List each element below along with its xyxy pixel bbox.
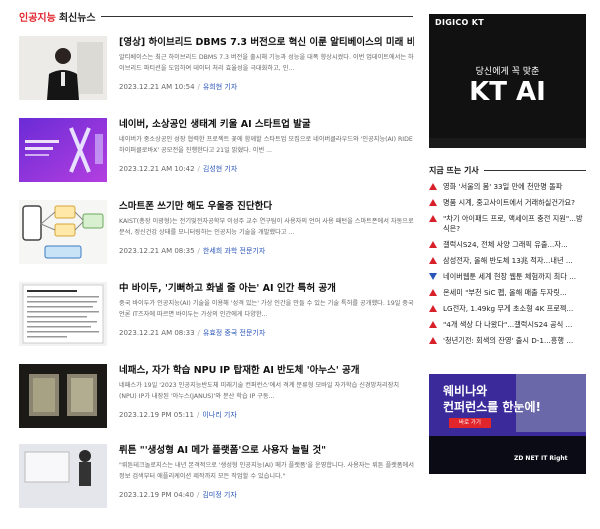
section-title: 최신뉴스 bbox=[58, 12, 96, 24]
ad-brand: DIGICO KT bbox=[435, 18, 484, 27]
article-author[interactable]: 한세희 과학 전문기자 bbox=[203, 247, 265, 255]
article-summary: 중국 바이두가 인공지능(AI) 기술을 이용해 '성격 있는' 가상 인간을 … bbox=[119, 300, 414, 318]
itright-logo: IT Right bbox=[541, 455, 568, 462]
trending-item-text[interactable]: "4개 색상 다 나왔다"...갤럭시S24 공식 ... bbox=[443, 320, 586, 330]
article-date: 2023.12.19 PM 05:11 bbox=[119, 411, 194, 419]
zdnet-logo: ZD NET bbox=[514, 455, 539, 462]
article-item[interactable]: 뤼튼 "'생성형 AI 메가 플랫폼'으로 사용자 늘릴 것" "뤼튼테크놀로지… bbox=[19, 444, 414, 529]
ad-footer-bar bbox=[429, 138, 586, 148]
webinar-ad-banner[interactable]: 웨비나와 컨퍼런스를 한눈에! 바로 가기 ZD NET IT Right bbox=[429, 374, 586, 474]
ad-line-1: 웨비나와 bbox=[443, 384, 488, 398]
article-item[interactable]: 네이버, 소상공인 생태계 키울 AI 스타트업 발굴 네이버가 중소상공인 성… bbox=[19, 118, 414, 203]
article-item[interactable]: 네패스, 자가 학습 NPU IP 탑재한 AI 반도체 '아누스' 공개 네패… bbox=[19, 364, 414, 449]
article-summary: KAIST(총장 이광형)는 전기및전자공학부 이성주 교수 연구팀이 사용자의… bbox=[119, 218, 414, 236]
article-title[interactable]: 뤼튼 "'생성형 AI 메가 플랫폼'으로 사용자 늘릴 것" bbox=[119, 444, 414, 458]
trending-item[interactable]: 온세미 "부천 SiC 펩, 올해 매출 두자릿... bbox=[429, 288, 586, 298]
article-date: 2023.12.21 AM 10:54 bbox=[119, 83, 195, 91]
trending-list: 영화 '서울의 봄' 33일 만에 천만명 돌파 명품 시계, 중고사이트에서 … bbox=[429, 182, 586, 352]
trend-up-icon bbox=[429, 337, 437, 344]
trending-divider bbox=[483, 169, 586, 171]
article-title[interactable]: 스마트폰 쓰기만 해도 우울증 진단한다 bbox=[119, 200, 414, 214]
article-summary: 네이버가 중소상공인 성장 협력한 프로젝트 꽃에 함께할 스타트업 모집으로 … bbox=[119, 136, 413, 154]
article-author[interactable]: 유효정 중국 전문기자 bbox=[203, 329, 265, 337]
article-date: 2023.12.19 PM 04:40 bbox=[119, 491, 194, 499]
article-author[interactable]: 이나리 기자 bbox=[202, 411, 236, 419]
ad-tagline: 당신에게 꼭 맞춘 bbox=[475, 67, 540, 77]
article-title[interactable]: 中 바이두, '기뻐하고 화낼 줄 아는' AI 인간 특허 공개 bbox=[119, 282, 414, 296]
article-meta: 2023.12.21 AM 08:35/한세희 과학 전문기자 bbox=[119, 247, 266, 255]
article-meta: 2023.12.19 PM 04:40/김미정 기자 bbox=[119, 491, 237, 499]
article-date: 2023.12.21 AM 08:33 bbox=[119, 329, 195, 337]
trending-item[interactable]: 네이버웹툰 세계 현장 웹툰 체험까지 최다 ... bbox=[429, 272, 586, 282]
article-date: 2023.12.21 AM 08:35 bbox=[119, 247, 195, 255]
article-meta: 2023.12.21 AM 10:54/유희현 기자 bbox=[119, 83, 238, 91]
trending-item-text[interactable]: 영화 '서울의 봄' 33일 만에 천만명 돌파 bbox=[443, 182, 586, 192]
trending-item-text[interactable]: LG전자, 1.49kg 무게 초소형 4K 프로젝... bbox=[443, 304, 586, 314]
article-summary: 알티베이스는 최근 하이브리드 DBMS 7.3 버전을 출시해 기능과 성능을… bbox=[119, 54, 414, 72]
trend-up-icon bbox=[429, 321, 437, 328]
article-thumbnail[interactable] bbox=[19, 444, 107, 508]
trending-item-text[interactable]: "차기 아이패드 프로, 맥세이프 충전 지원"...방식은? bbox=[443, 214, 586, 234]
article-title[interactable]: 네이버, 소상공인 생태계 키울 AI 스타트업 발굴 bbox=[119, 118, 414, 132]
trending-title: 지금 뜨는 기사 bbox=[429, 165, 479, 175]
article-thumbnail[interactable] bbox=[19, 364, 107, 428]
article-item[interactable]: 中 바이두, '기뻐하고 화낼 줄 아는' AI 인간 특허 공개 중국 바이두… bbox=[19, 282, 414, 367]
article-thumbnail[interactable] bbox=[19, 200, 107, 264]
article-author[interactable]: 김미정 기자 bbox=[202, 491, 236, 499]
trend-down-icon bbox=[429, 273, 437, 280]
ad-line-2: 컨퍼런스를 한눈에! bbox=[443, 400, 541, 414]
article-thumbnail[interactable] bbox=[19, 36, 107, 100]
trending-header: 지금 뜨는 기사 bbox=[429, 164, 586, 176]
trending-item[interactable]: 명품 시계, 중고사이트에서 거래하실건가요? bbox=[429, 198, 586, 208]
trending-item[interactable]: LG전자, 1.49kg 무게 초소형 4K 프로젝... bbox=[429, 304, 586, 314]
article-title[interactable]: [영상] 하이브리드 DBMS 7.3 버전으로 혁신 이룬 알티베이스의 미래… bbox=[119, 36, 414, 50]
article-item[interactable]: 스마트폰 쓰기만 해도 우울증 진단한다 KAIST(총장 이광형)는 전기및전… bbox=[19, 200, 414, 285]
ad-go-button[interactable]: 바로 가기 bbox=[449, 418, 491, 428]
article-item[interactable]: [영상] 하이브리드 DBMS 7.3 버전으로 혁신 이룬 알티베이스의 미래… bbox=[19, 36, 414, 121]
article-meta: 2023.12.19 PM 05:11/이나리 기자 bbox=[119, 411, 237, 419]
trending-item-text[interactable]: '청년기전: 회색의 잔영' 출시 D-1...흥행 ... bbox=[443, 336, 586, 346]
article-meta: 2023.12.21 AM 08:33/유효정 중국 전문기자 bbox=[119, 329, 266, 337]
trend-up-icon bbox=[429, 289, 437, 296]
article-date: 2023.12.21 AM 10:42 bbox=[119, 165, 195, 173]
trending-item-text[interactable]: 온세미 "부천 SiC 펩, 올해 매출 두자릿... bbox=[443, 288, 586, 298]
trending-item-text[interactable]: 갤럭시S24, 전체 사양 그래픽 유출...자... bbox=[443, 240, 586, 250]
article-thumbnail[interactable] bbox=[19, 118, 107, 182]
trend-up-icon bbox=[429, 183, 437, 190]
article-meta: 2023.12.21 AM 10:42/김성현 기자 bbox=[119, 165, 238, 173]
trending-item[interactable]: "차기 아이패드 프로, 맥세이프 충전 지원"...방식은? bbox=[429, 214, 586, 234]
section-header: 인공지능 최신뉴스 bbox=[19, 9, 413, 24]
trending-item[interactable]: '청년기전: 회색의 잔영' 출시 D-1...흥행 ... bbox=[429, 336, 586, 346]
trending-item-text[interactable]: 삼성전자, 올해 반도체 13兆 적자...내년 ... bbox=[443, 256, 586, 266]
article-thumbnail[interactable] bbox=[19, 282, 107, 346]
trending-item-text[interactable]: 네이버웹툰 세계 현장 웹툰 체험까지 최다 ... bbox=[443, 272, 586, 282]
trending-item-text[interactable]: 명품 시계, 중고사이트에서 거래하실건가요? bbox=[443, 198, 586, 208]
article-title[interactable]: 네패스, 자가 학습 NPU IP 탑재한 AI 반도체 '아누스' 공개 bbox=[119, 364, 414, 378]
kt-ai-ad-banner[interactable]: DIGICO KT 당신에게 꼭 맞춘 KT AI bbox=[429, 14, 586, 148]
trend-up-icon bbox=[429, 199, 437, 206]
trend-up-icon bbox=[429, 257, 437, 264]
trending-item[interactable]: "4개 색상 다 나왔다"...갤럭시S24 공식 ... bbox=[429, 320, 586, 330]
article-author[interactable]: 김성현 기자 bbox=[203, 165, 237, 173]
section-accent: 인공지능 bbox=[19, 12, 56, 24]
article-author[interactable]: 유희현 기자 bbox=[203, 83, 237, 91]
trending-item[interactable]: 삼성전자, 올해 반도체 13兆 적자...내년 ... bbox=[429, 256, 586, 266]
ad-headline: KT AI bbox=[469, 77, 546, 107]
trend-up-icon bbox=[429, 241, 437, 248]
section-divider bbox=[100, 15, 413, 17]
trending-item[interactable]: 갤럭시S24, 전체 사양 그래픽 유출...자... bbox=[429, 240, 586, 250]
article-summary: 네패스가 19일 '2023 인공지능반도체 미래기술 컨퍼런스'에서 격계 분… bbox=[119, 382, 400, 400]
trending-item[interactable]: 영화 '서울의 봄' 33일 만에 천만명 돌파 bbox=[429, 182, 586, 192]
trend-up-icon bbox=[429, 305, 437, 312]
trend-up-icon bbox=[429, 215, 437, 222]
